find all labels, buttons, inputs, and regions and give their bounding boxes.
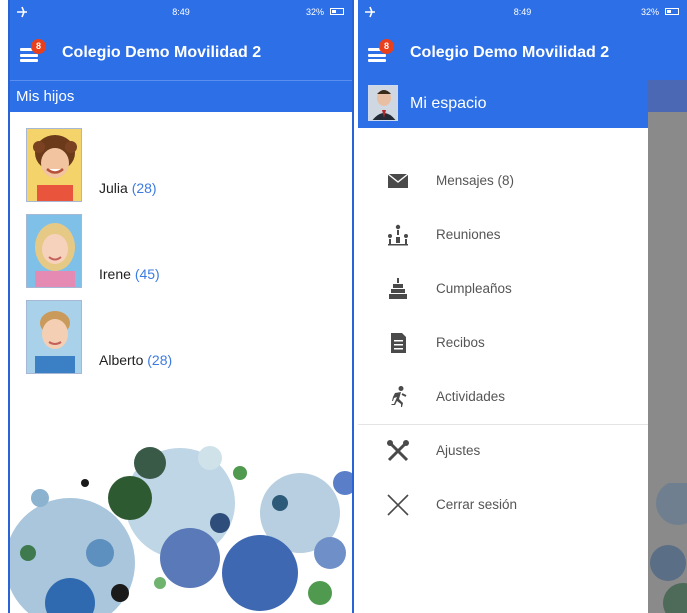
- battery-percent: 32%: [640, 7, 659, 17]
- child-item-alberto[interactable]: Alberto (28): [26, 300, 326, 376]
- section-title: Mis hijos: [10, 80, 352, 112]
- receipt-icon: [391, 333, 406, 353]
- app-title: Colegio Demo Movilidad 2: [410, 44, 610, 61]
- status-bar: 8:49 32%: [10, 0, 352, 24]
- navigation-drawer: Mi espacio Mensajes (8) Reuniones Cumple…: [358, 80, 648, 613]
- battery-icon: [665, 8, 679, 15]
- drawer-screen: 8:49 32% 8 Colegio Demo Movilidad 2 Mi e…: [358, 0, 687, 613]
- menu-item-ajustes[interactable]: Ajustes: [358, 426, 648, 476]
- menu-item-label: Cerrar sesión: [436, 497, 518, 512]
- birthday-cake-icon: [389, 278, 407, 299]
- menu-item-actividades[interactable]: Actividades: [358, 372, 648, 422]
- meeting-icon: [388, 224, 408, 246]
- decorative-bubbles: [10, 446, 352, 613]
- menu-button[interactable]: 8: [20, 39, 48, 66]
- child-name: Irene (45): [99, 266, 160, 282]
- running-person-icon: [391, 386, 407, 407]
- tools-icon: [387, 440, 409, 462]
- menu-item-reuniones[interactable]: Reuniones: [358, 210, 648, 260]
- menu-divider: [358, 424, 648, 425]
- app-title: Colegio Demo Movilidad 2: [62, 44, 262, 61]
- notification-badge: 8: [31, 39, 46, 54]
- child-photo: [26, 214, 82, 288]
- battery-percent: 32%: [305, 7, 324, 17]
- child-name-text: Irene: [99, 266, 131, 282]
- scrim-header-band: [648, 80, 687, 112]
- status-time: 8:49: [172, 7, 190, 17]
- envelope-icon: [387, 173, 409, 188]
- menu-item-label: Ajustes: [436, 443, 481, 458]
- menu-item-label: Actividades: [436, 389, 506, 404]
- app-bar: 8 Colegio Demo Movilidad 2: [10, 24, 352, 80]
- menu-item-label: Recibos: [436, 335, 485, 350]
- menu-item-recibos[interactable]: Recibos: [358, 318, 648, 368]
- avatar: [368, 85, 398, 121]
- child-name: Alberto (28): [99, 352, 172, 368]
- menu-item-mensajes[interactable]: Mensajes (8): [358, 156, 648, 206]
- status-time: 8:49: [513, 7, 532, 17]
- drawer-header-label: Mi espacio: [410, 95, 487, 112]
- app-bar: 8 Colegio Demo Movilidad 2: [358, 24, 687, 80]
- child-photo: [26, 300, 82, 374]
- drawer-header[interactable]: Mi espacio: [358, 80, 648, 128]
- menu-item-cumpleanos[interactable]: Cumpleaños: [358, 264, 648, 314]
- child-name-text: Julia: [99, 180, 128, 196]
- child-name-text: Alberto: [99, 352, 144, 368]
- notification-badge: 8: [379, 39, 394, 54]
- menu-item-label: Reuniones: [436, 227, 501, 242]
- status-bar: 8:49 32%: [358, 0, 687, 24]
- message-count: (28): [147, 352, 173, 368]
- child-name: Julia (28): [99, 180, 157, 196]
- menu-item-label: Cumpleaños: [436, 281, 512, 296]
- decorative-bubbles: [650, 483, 687, 613]
- menu-button[interactable]: 8: [368, 39, 396, 66]
- main-screen: 8:49 32% 8 Colegio Demo Movilidad 2 Mis …: [8, 0, 354, 613]
- battery-icon: [330, 8, 344, 15]
- child-photo: [26, 128, 82, 202]
- message-count: (28): [131, 180, 157, 196]
- message-count: (45): [134, 266, 160, 282]
- close-icon: [387, 494, 409, 516]
- menu-item-label: Mensajes (8): [436, 173, 515, 188]
- menu-item-cerrar-sesion[interactable]: Cerrar sesión: [358, 480, 648, 530]
- child-item-irene[interactable]: Irene (45): [26, 214, 326, 290]
- child-item-julia[interactable]: Julia (28): [26, 128, 326, 204]
